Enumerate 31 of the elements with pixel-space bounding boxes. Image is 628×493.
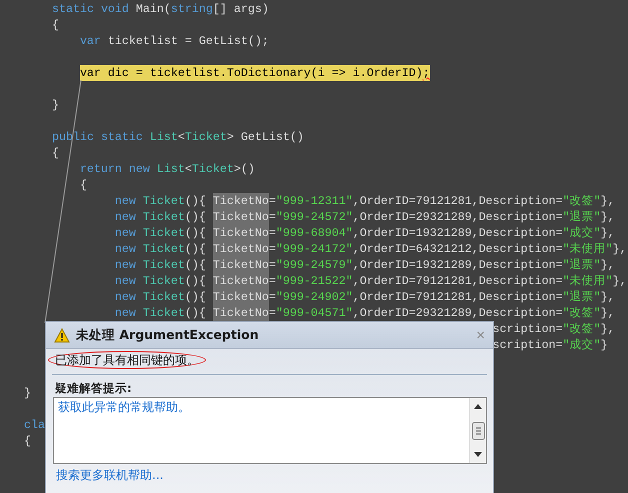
code-line: scription="改签"}, [492,321,615,337]
code-line: scription="成交"} [492,337,608,353]
code-line: { [52,17,59,33]
code-line: new Ticket(){ TicketNo="999-04571",OrderID=29321289,Description="改签"}, [114,305,615,321]
scroll-thumb[interactable] [472,422,484,440]
code-line: { [80,177,87,193]
code-line: new Ticket(){ TicketNo="999-24172",OrderID=64321212,Description="未使用"}, [114,241,627,257]
close-button[interactable]: × [476,328,485,342]
tips-heading: 疑难解答提示: [55,381,132,395]
exception-message: 已添加了具有相同键的项。 [48,351,206,369]
warning-icon [54,328,70,342]
scroll-down-icon[interactable] [474,452,482,457]
code-line: new Ticket(){ TicketNo="999-12311",OrderID=79121281,Description="改签"}, [114,193,615,209]
code-line: new Ticket(){ TicketNo="999-68904",OrderID=19321289,Description="成交"}, [114,225,615,241]
code-line: return new List<Ticket>() [80,161,255,177]
help-link[interactable]: 获取此异常的常规帮助。 [58,400,190,414]
code-line: { [24,433,31,449]
code-line: static void Main(string[] args) [52,1,269,17]
code-line: new Ticket(){ TicketNo="999-24572",OrderID=29321289,Description="退票"}, [114,209,615,225]
scroll-up-icon[interactable] [474,404,482,409]
scrollbar[interactable] [469,398,486,463]
more-help-link[interactable]: 搜索更多联机帮助... [56,468,164,482]
code-line: var ticketlist = GetList(); [80,33,269,49]
code-line: new Ticket(){ TicketNo="999-21522",OrderID=79121281,Description="未使用"}, [114,273,627,289]
code-line: } [52,97,59,113]
code-line: new Ticket(){ TicketNo="999-24579",OrderID=19321289,Description="退票"}, [114,257,615,273]
code-line: } [24,385,31,401]
code-line: { [52,145,59,161]
dialog-title: 未处理 ArgumentException [76,326,260,344]
code-line: new Ticket(){ TicketNo="999-24902",OrderID=79121281,Description="退票"}, [114,289,615,305]
code-line: cla [24,417,45,433]
